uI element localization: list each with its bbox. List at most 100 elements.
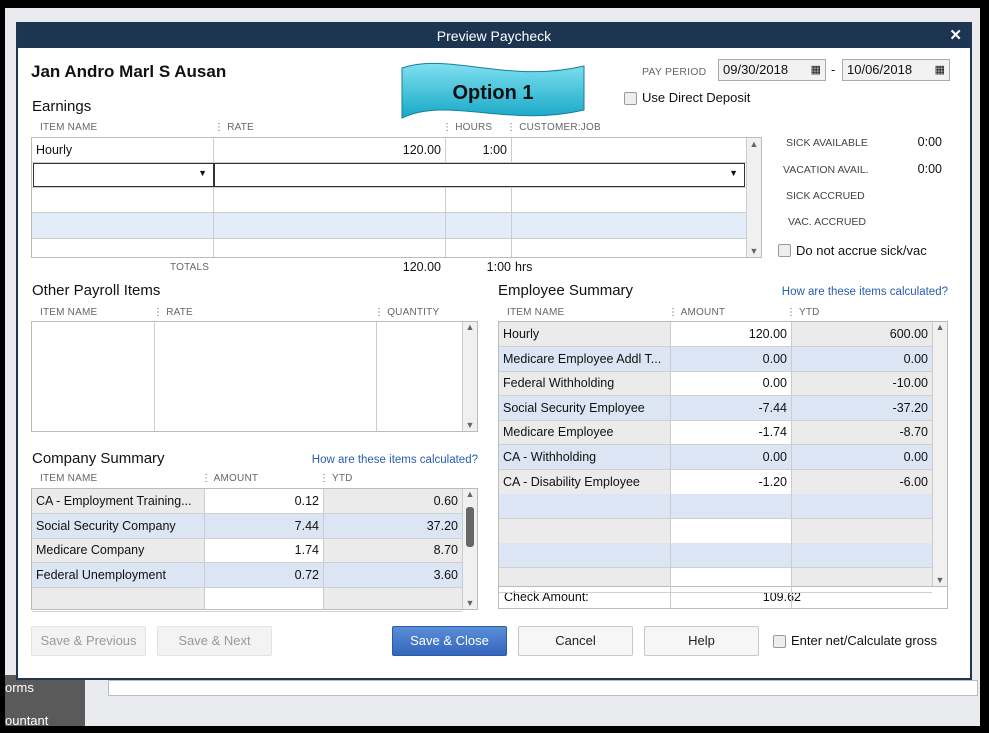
calendar-icon[interactable]: ▦ — [811, 60, 821, 80]
no-accrue-checkbox[interactable] — [778, 244, 791, 257]
save-previous-button[interactable]: Save & Previous — [31, 626, 146, 656]
help-button[interactable]: Help — [644, 626, 759, 656]
earnings-grid: Hourly 120.00 1:00 ▼ ▼ ▲ ▼ — [31, 137, 762, 258]
cancel-button[interactable]: Cancel — [518, 626, 633, 656]
summary-item: CA - Employment Training... — [36, 494, 192, 508]
col-header: ⋮ RATE — [153, 307, 193, 318]
summary-item: Social Security Employee — [503, 400, 645, 415]
employee-summary-grid: ▲ ▼ Check Amount: 109.62 Hourly 120.00 600.… — [498, 321, 948, 609]
col-header-label: RATE — [166, 307, 193, 318]
col-divider — [670, 322, 671, 608]
col-header: ⋮ YTD — [319, 473, 353, 484]
scroll-up-icon[interactable]: ▲ — [463, 322, 477, 332]
col-header: ⋮ YTD — [786, 307, 820, 318]
scrollbar[interactable]: ▲ ▼ — [462, 322, 477, 431]
col-header-label: HOURS — [455, 122, 493, 133]
scroll-thumb[interactable] — [466, 507, 474, 547]
col-header-label: AMOUNT — [213, 473, 259, 484]
scroll-up-icon[interactable]: ▲ — [463, 489, 477, 499]
title-bar: Preview Paycheck — [18, 24, 970, 48]
summary-item: Medicare Company — [36, 543, 145, 558]
scroll-down-icon[interactable]: ▼ — [463, 420, 477, 430]
totals-label: TOTALS — [170, 262, 210, 273]
summary-item: Federal Unemployment — [36, 567, 166, 582]
col-header-label: RATE — [227, 122, 254, 133]
pay-period-end[interactable]: 10/06/2018 ▦ — [842, 59, 950, 81]
col-header: ⋮ QUANTITY — [374, 307, 440, 318]
summary-ytd: 0.00 — [903, 450, 928, 464]
summary-amount: 0.00 — [762, 376, 787, 391]
earnings-item[interactable]: Hourly — [32, 138, 213, 163]
summary-amount: 7.44 — [294, 518, 319, 533]
scroll-down-icon[interactable]: ▼ — [933, 575, 947, 585]
earnings-rate[interactable]: 120.00 — [213, 138, 445, 163]
close-icon[interactable]: ✕ — [949, 24, 962, 48]
summary-ytd: -10.00 — [892, 376, 928, 391]
summary-item: CA - Disability Employee — [503, 474, 640, 489]
net-gross-label: Enter net/Calculate gross — [791, 633, 937, 648]
scroll-up-icon[interactable]: ▲ — [933, 322, 947, 332]
sick-label: SICK AVAILABLE — [786, 137, 868, 149]
scrollbar[interactable]: ▲ ▼ — [932, 322, 947, 586]
customer-job-dropdown[interactable]: ▼ — [214, 163, 745, 187]
col-header-label: YTD — [332, 473, 353, 484]
no-accrue-label: Do not accrue sick/vac — [796, 243, 927, 258]
calendar-icon[interactable]: ▦ — [935, 60, 945, 80]
col-header: ITEM NAME — [40, 307, 98, 318]
summary-amount: 0.72 — [294, 567, 319, 582]
net-gross-checkbox[interactable] — [773, 635, 786, 648]
save-next-button[interactable]: Save & Next — [157, 626, 272, 656]
summary-item: Medicare Employee Addl T... — [503, 351, 662, 366]
col-header: ⋮ RATE — [214, 122, 254, 133]
row-divider — [499, 592, 932, 593]
banner-text: Option 1 — [452, 82, 534, 104]
scroll-down-icon[interactable]: ▼ — [747, 246, 761, 256]
nav-item[interactable]: ountant — [5, 713, 48, 728]
company-summary-grid: ▲ ▼ CA - Employment Training... 0.12 0.60 So… — [31, 488, 478, 613]
col-header-label: YTD — [799, 307, 820, 318]
employee-calc-link[interactable]: How are these items calculated? — [718, 286, 948, 298]
summary-amount: -7.44 — [758, 400, 788, 415]
summary-amount: 1.74 — [294, 543, 319, 558]
background-left-nav: orms ountant — [5, 675, 85, 728]
scrollbar[interactable]: ▲ ▼ — [746, 138, 761, 257]
employee-summary-title: Employee Summary — [498, 282, 634, 299]
window-title: Preview Paycheck — [436, 28, 552, 44]
save-close-button[interactable]: Save & Close — [392, 626, 507, 656]
chevron-down-icon[interactable]: ▼ — [198, 168, 207, 178]
summary-item: CA - Withholding — [503, 450, 597, 464]
summary-ytd: 8.70 — [433, 543, 458, 558]
totals-hours: 1:00 — [486, 260, 511, 274]
summary-amount: 0.00 — [762, 351, 787, 366]
col-header: ITEM NAME — [507, 307, 565, 318]
summary-ytd: 600.00 — [889, 327, 928, 341]
pay-period-label: PAY PERIOD — [642, 66, 707, 78]
summary-item: Social Security Company — [36, 518, 176, 533]
end-date-value: 10/06/2018 — [847, 62, 913, 77]
nav-item[interactable]: orms — [5, 680, 34, 695]
chevron-down-icon[interactable]: ▼ — [729, 168, 738, 178]
background-panel — [108, 680, 978, 696]
summary-amount: -1.74 — [758, 425, 788, 440]
direct-deposit-checkbox[interactable] — [624, 92, 637, 105]
col-header-label: AMOUNT — [680, 307, 726, 318]
scrollbar[interactable]: ▲ ▼ — [462, 489, 477, 609]
company-calc-link[interactable]: How are these items calculated? — [308, 454, 478, 466]
scroll-up-icon[interactable]: ▲ — [747, 139, 761, 149]
col-header: ITEM NAME — [40, 122, 98, 133]
sick-label: VAC. ACCRUED — [788, 216, 866, 228]
sick-value: 0:00 — [917, 135, 942, 149]
summary-item: Hourly — [503, 327, 540, 341]
employee-name: Jan Andro Marl S Ausan — [31, 62, 227, 81]
item-name-dropdown[interactable]: ▼ — [33, 163, 214, 187]
pay-period-start[interactable]: 09/30/2018 ▦ — [718, 59, 826, 81]
preview-paycheck-dialog: Preview Paycheck ✕ Jan Andro Marl S Ausa… — [16, 22, 972, 680]
col-header-label: QUANTITY — [387, 307, 440, 318]
company-summary-title: Company Summary — [32, 450, 165, 467]
sick-label: VACATION AVAIL. — [783, 164, 869, 176]
scroll-down-icon[interactable]: ▼ — [463, 598, 477, 608]
row-stripe — [499, 494, 932, 519]
earnings-hours[interactable]: 1:00 — [445, 138, 511, 163]
other-payroll-grid[interactable]: ▲ ▼ — [31, 321, 478, 432]
summary-ytd: 0.00 — [903, 351, 928, 366]
